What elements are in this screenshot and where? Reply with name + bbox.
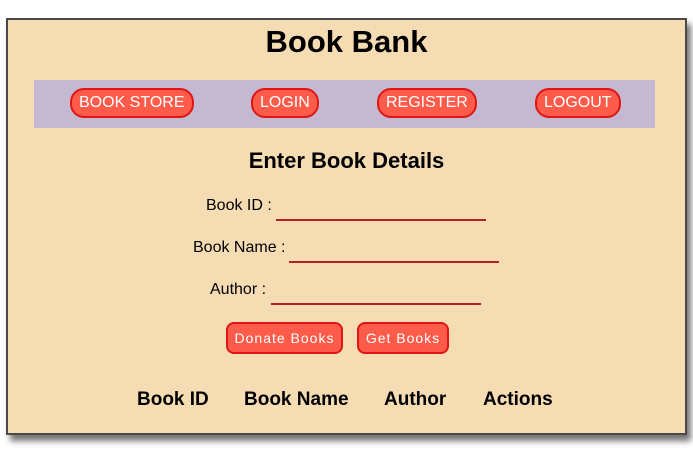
page-title: Book Bank — [265, 24, 428, 59]
book-id-row: Book ID : — [8, 197, 685, 223]
column-header-actions: Actions — [483, 389, 553, 410]
get-books-button[interactable]: Get Books — [357, 322, 449, 354]
column-header-book-name: Book Name — [244, 389, 349, 410]
author-label: Author : — [210, 281, 267, 298]
column-header-book-id: Book ID — [137, 389, 209, 410]
login-button[interactable]: LOGIN — [251, 88, 319, 118]
column-header-author: Author — [384, 389, 447, 410]
register-button[interactable]: REGISTER — [377, 88, 477, 118]
book-store-button[interactable]: BOOK STORE — [70, 88, 194, 118]
book-bank-card: Book Bank BOOK STORE LOGIN REGISTER LOGO… — [6, 18, 687, 435]
author-input[interactable] — [271, 281, 481, 305]
form-heading: Enter Book Details — [248, 148, 445, 173]
author-row: Author : — [8, 281, 685, 307]
logout-button[interactable]: LOGOUT — [535, 88, 621, 118]
book-name-label: Book Name : — [193, 239, 286, 256]
book-name-input[interactable] — [289, 239, 499, 263]
book-id-label: Book ID : — [206, 197, 272, 214]
navigation-bar: BOOK STORE LOGIN REGISTER LOGOUT — [34, 80, 655, 128]
book-name-row: Book Name : — [8, 239, 685, 265]
donate-books-button[interactable]: Donate Books — [226, 322, 343, 354]
book-id-input[interactable] — [276, 197, 486, 221]
